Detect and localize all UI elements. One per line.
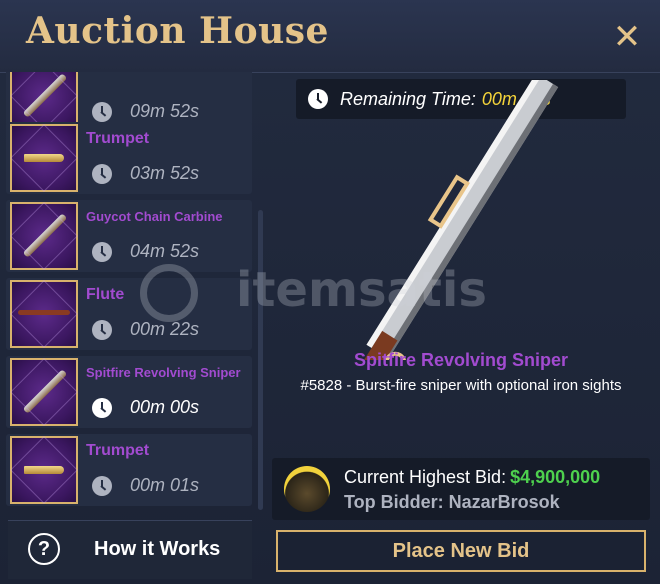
listing-row[interactable]: Trumpet 03m 52s (6, 122, 252, 194)
listing-name: Spitfire Revolving Sniper (86, 365, 241, 380)
featured-item-name: Spitfire Revolving Sniper (353, 350, 569, 370)
page-title: Auction House (26, 10, 329, 52)
bid-info: Current Highest Bid: $4,900,000 Top Bidde… (272, 458, 650, 520)
trumpet-icon-shape (24, 154, 64, 162)
place-new-bid-button[interactable]: Place New Bid (276, 530, 646, 572)
listing-time: 00m 00s (130, 397, 200, 417)
sniper-icon-shape (22, 369, 68, 414)
how-it-works-button[interactable]: ? How it Works (8, 520, 252, 579)
trumpet-icon (10, 436, 78, 504)
watermark: itemsatis (140, 258, 520, 328)
listing-time: 09m 52s (130, 101, 200, 121)
header: Auction House ✕ (0, 0, 660, 73)
top-bidder: Top Bidder: NazarBrosok (344, 492, 560, 512)
clock-icon (92, 320, 112, 340)
flute-icon-shape (18, 310, 70, 315)
listing-row[interactable]: Trumpet 00m 01s (6, 434, 252, 506)
flute-icon (10, 280, 78, 348)
listing-time: 00m 01s (130, 475, 200, 495)
clock-icon (92, 242, 112, 262)
trumpet-icon (10, 124, 78, 192)
sniper-icon (10, 358, 78, 426)
listing-name: Guycot Chain Carbine (86, 209, 223, 224)
rifle-icon-shape (22, 213, 68, 258)
listing-name: Trumpet (86, 130, 150, 147)
current-bid-line: Current Highest Bid: $4,900,000 (344, 467, 600, 488)
close-icon[interactable]: ✕ (608, 18, 646, 56)
clock-icon (92, 102, 112, 122)
listing-row-selected[interactable]: Spitfire Revolving Sniper 00m 00s (6, 356, 252, 428)
clock-icon (308, 89, 328, 109)
watermark-logo-icon (140, 264, 198, 322)
avatar (284, 466, 330, 512)
scrollbar[interactable] (258, 210, 263, 510)
current-bid-label: Current Highest Bid: (344, 467, 507, 487)
how-it-works-label: How it Works (94, 538, 221, 560)
watermark-text: itemsatis (236, 262, 487, 318)
help-icon: ? (28, 533, 60, 565)
auction-window: Auction House ✕ 09m 52s Trumpet 03m 52s … (0, 0, 660, 584)
featured-item-description: #5828 - Burst-fire sniper with optional … (300, 377, 622, 394)
rifle-icon (10, 202, 78, 270)
clock-icon (92, 476, 112, 496)
gun-icon-shape (22, 73, 68, 118)
clock-icon (92, 164, 112, 184)
clock-icon (92, 398, 112, 418)
current-bid-value: $4,900,000 (510, 467, 601, 487)
listing-time: 03m 52s (130, 163, 200, 183)
listing-name: Trumpet (86, 442, 150, 459)
trumpet-icon-shape (24, 466, 64, 474)
